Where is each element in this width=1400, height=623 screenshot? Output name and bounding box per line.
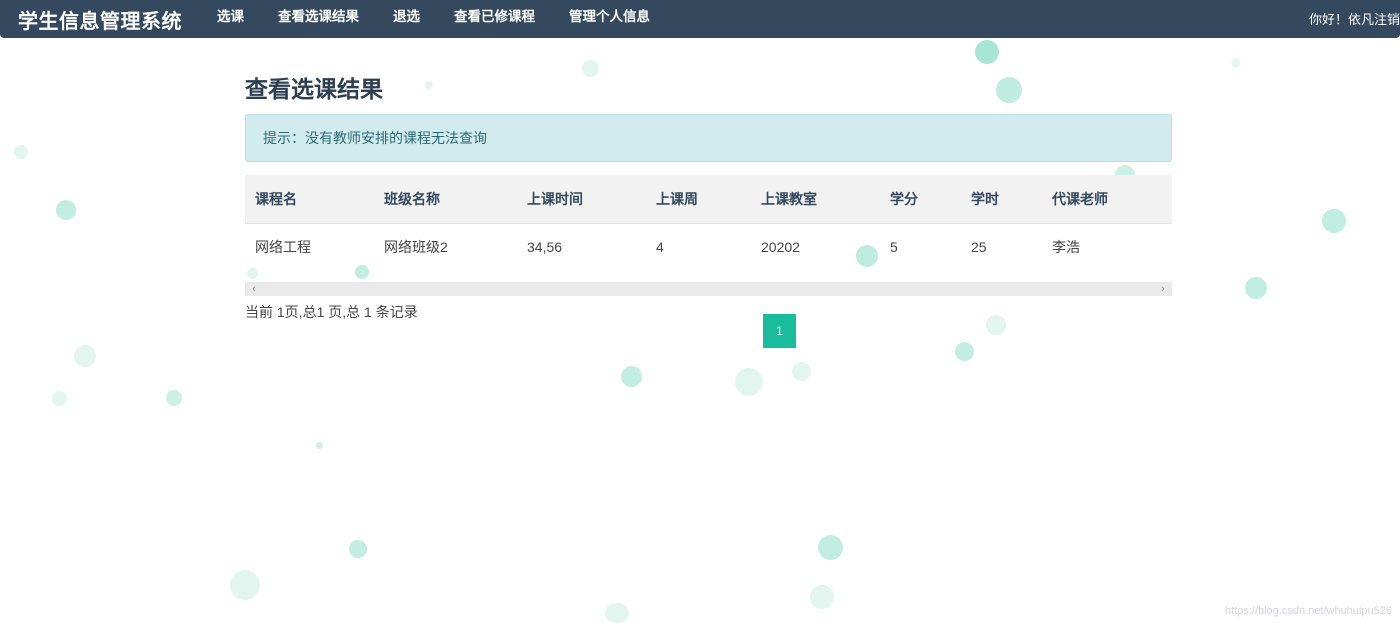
logout-link[interactable]: 注销 [1374, 3, 1400, 36]
page-button-current[interactable]: 1 [763, 314, 796, 348]
page-title: 查看选课结果 [245, 76, 383, 102]
cell-time: 34,56 [527, 239, 563, 256]
horizontal-scrollbar[interactable]: ‹ › [245, 282, 1172, 296]
cell-course-name: 网络工程 [255, 239, 311, 256]
pagination-info: 当前 1页,总1 页,总 1 条记录 [245, 304, 418, 320]
nav-item-view-results[interactable]: 查看选课结果 [261, 0, 376, 38]
main-nav: 选课 查看选课结果 退选 查看已修课程 管理个人信息 [200, 0, 667, 38]
results-table: 课程名 班级名称 上课时间 上课周 上课教室 学分 学时 代课老师 网络工程 网… [245, 175, 1172, 271]
results-table-wrapper: 课程名 班级名称 上课时间 上课周 上课教室 学分 学时 代课老师 网络工程 网… [245, 175, 1172, 296]
main-content: 查看选课结果 提示：没有教师安排的课程无法查询 课程名 班级名称 上课时间 上课… [245, 72, 1172, 348]
scroll-left-icon[interactable]: ‹ [247, 282, 261, 296]
cell-hours: 25 [971, 239, 987, 256]
column-header-credits: 学分 [880, 175, 961, 224]
column-header-class-name: 班级名称 [374, 175, 517, 224]
nav-item-completed-courses[interactable]: 查看已修课程 [437, 0, 552, 38]
nav-item-withdraw[interactable]: 退选 [376, 0, 437, 38]
table-header-row: 课程名 班级名称 上课时间 上课周 上课教室 学分 学时 代课老师 [245, 175, 1172, 224]
nav-item-profile[interactable]: 管理个人信息 [552, 0, 667, 38]
column-header-time: 上课时间 [517, 175, 646, 224]
info-alert: 提示：没有教师安排的课程无法查询 [245, 114, 1172, 162]
watermark: https://blog.csdn.net/whuhuipu526 [1225, 605, 1392, 617]
column-header-course-name: 课程名 [245, 175, 374, 224]
nav-item-select-course[interactable]: 选课 [200, 0, 261, 38]
column-header-week: 上课周 [646, 175, 751, 224]
top-navbar: 学生信息管理系统 选课 查看选课结果 退选 查看已修课程 管理个人信息 你好！依… [0, 0, 1400, 38]
cell-week: 4 [656, 239, 664, 256]
cell-class-name: 网络班级2 [384, 239, 448, 256]
user-area: 你好！依凡 注销 [1309, 0, 1400, 38]
table-row: 网络工程 网络班级2 34,56 4 20202 5 25 李浩 [245, 223, 1172, 271]
column-header-classroom: 上课教室 [751, 175, 880, 224]
cell-classroom: 20202 [761, 239, 800, 256]
scroll-right-icon[interactable]: › [1156, 282, 1170, 296]
pagination: 1 [763, 314, 796, 348]
app-title[interactable]: 学生信息管理系统 [18, 5, 182, 34]
cell-teacher: 李浩 [1052, 239, 1080, 256]
column-header-hours: 学时 [961, 175, 1042, 224]
user-greeting: 你好！依凡 [1308, 11, 1374, 27]
column-header-teacher: 代课老师 [1042, 175, 1172, 224]
cell-credits: 5 [890, 239, 898, 256]
